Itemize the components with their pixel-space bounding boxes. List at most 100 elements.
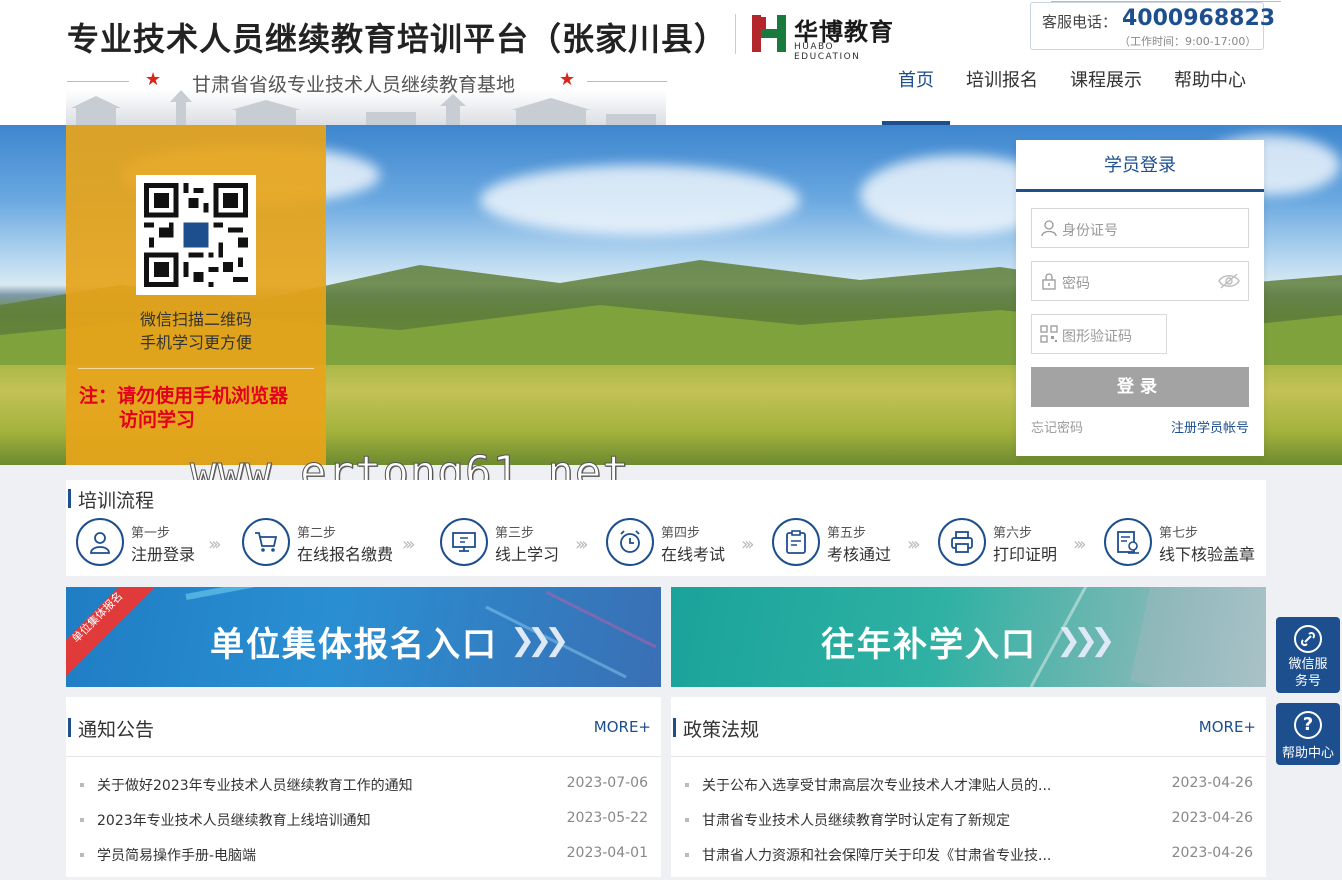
policy-item[interactable]: 关于公布入选享受甘肃高层次专业技术人才津贴人员的... 2023-04-26 — [685, 775, 1253, 810]
qrcode-icon — [1040, 325, 1058, 343]
training-process-section: 培训流程 第一步 注册登录 ››› 第二步 在线报名缴费 ››› 第三步 线上学… — [66, 480, 1266, 576]
site-header: 专业技术人员继续教育培训平台（张家川县） 华博教育 HUABO EDUCATIO… — [0, 0, 1342, 125]
wechat-service-label: 微信服务号 — [1288, 657, 1328, 689]
huabo-logo-icon — [752, 15, 786, 52]
site-subtitle: 甘肃省省级专业技术人员继续教育基地 — [192, 74, 516, 96]
clipboard-icon — [772, 518, 820, 566]
password-placeholder: 密码 — [1062, 276, 1090, 292]
process-steps: 第一步 注册登录 ››› 第二步 在线报名缴费 ››› 第三步 线上学习 ›››… — [74, 518, 1264, 568]
question-icon: ? — [1294, 711, 1322, 739]
eye-hidden-icon[interactable] — [1218, 272, 1240, 290]
step-text: 打印证明 — [993, 545, 1058, 564]
qr-panel: 微信扫描二维码 手机学习更方便 注：请勿使用手机浏览器 访问学习 — [66, 125, 326, 465]
nav-training-signup[interactable]: 培训报名 — [950, 55, 1054, 125]
user-icon — [76, 518, 124, 566]
main-nav: 首页 培训报名 课程展示 帮助中心 — [882, 55, 1262, 125]
wechat-qr-code — [136, 175, 256, 295]
step-text: 在线报名缴费 — [297, 545, 394, 564]
chevron-right-icon: ❯❯❯ — [1056, 623, 1115, 658]
wechat-service-float-button[interactable]: 微信服务号 — [1276, 617, 1340, 693]
step-number: 第四步 — [661, 526, 701, 541]
policy-item[interactable]: 甘肃省专业技术人员继续教育学时认定有了新规定 2023-04-26 — [685, 810, 1253, 845]
notice-item[interactable]: 2023年专业技术人员继续教育上线培训通知 2023-05-22 — [80, 810, 648, 845]
captcha-placeholder: 图形验证码 — [1062, 329, 1132, 345]
qr-separator — [78, 368, 314, 369]
link-icon — [1294, 625, 1322, 653]
group-signup-label: 单位集体报名入口 — [210, 625, 498, 665]
step-number: 第三步 — [495, 526, 535, 541]
step-arrow-icon: ››› — [402, 534, 415, 555]
login-button[interactable]: 登录 — [1031, 367, 1249, 407]
step-arrow-icon: ››› — [575, 534, 588, 555]
policy-item-date: 2023-04-26 — [1171, 775, 1253, 791]
makeup-study-entry[interactable]: 往年补学入口 ❯❯❯ — [671, 587, 1266, 687]
policy-panel-header: 政策法规 MORE+ — [671, 697, 1266, 757]
policy-item[interactable]: 甘肃省人力资源和社会保障厅关于印发《甘肃省专业技... 2023-04-26 — [685, 845, 1253, 880]
clock-icon — [606, 518, 654, 566]
hotline-tab-edge — [1051, 1, 1281, 5]
step-number: 第五步 — [827, 526, 867, 541]
policy-item-date: 2023-04-26 — [1171, 845, 1253, 861]
notice-title: 通知公告 — [68, 715, 154, 742]
id-number-placeholder: 身份证号 — [1062, 223, 1118, 239]
notice-item-date: 2023-04-01 — [566, 845, 648, 861]
id-number-input[interactable]: 身份证号 — [1031, 208, 1249, 248]
mobile-browser-warning: 注：请勿使用手机浏览器 访问学习 — [79, 384, 319, 432]
subtitle-row: ★ 甘肃省省级专业技术人员继续教育基地 ★ — [67, 66, 667, 98]
warning-line1: 注：请勿使用手机浏览器 — [79, 385, 289, 407]
nav-home[interactable]: 首页 — [882, 55, 950, 125]
step-text: 线上学习 — [495, 545, 560, 564]
step-text: 考核通过 — [827, 545, 892, 564]
group-signup-entry[interactable]: 单位集体报名 单位集体报名入口 ❯❯❯ — [66, 587, 661, 687]
policy-title: 政策法规 — [673, 715, 759, 742]
hotline-hours: （工作时间：9:00-17:00） — [1119, 35, 1257, 48]
step-arrow-icon: ››› — [907, 534, 920, 555]
step-arrow-icon: ››› — [208, 534, 221, 555]
notice-item-title: 2023年专业技术人员继续教育上线培训通知 — [97, 813, 371, 829]
step-number: 第七步 — [1159, 526, 1199, 541]
notice-item-date: 2023-05-22 — [566, 810, 648, 826]
hotline-label: 客服电话： — [1042, 13, 1118, 31]
lock-icon — [1042, 273, 1056, 290]
step-text: 在线考试 — [661, 545, 726, 564]
notice-more-link[interactable]: MORE+ — [594, 718, 651, 736]
title-divider — [735, 14, 736, 54]
makeup-study-label: 往年补学入口 — [821, 625, 1037, 665]
qr-caption-line1: 微信扫描二维码 — [139, 310, 252, 329]
help-center-float-button[interactable]: ? 帮助中心 — [1276, 703, 1340, 765]
chevron-right-icon: ❯❯❯ — [510, 623, 569, 658]
step-number: 第一步 — [131, 526, 171, 541]
cloud-decoration — [480, 165, 800, 235]
step-arrow-icon: ››› — [741, 534, 754, 555]
huabo-logo[interactable]: 华博教育 HUABO EDUCATION — [752, 14, 902, 62]
password-input[interactable]: 密码 — [1031, 261, 1249, 301]
register-account-link[interactable]: 注册学员帐号 — [1171, 417, 1249, 436]
star-icon: ★ — [559, 69, 576, 90]
captcha-input[interactable]: 图形验证码 — [1031, 314, 1167, 354]
step-number: 第二步 — [297, 526, 337, 541]
certificate-icon — [1104, 518, 1152, 566]
step-arrow-icon: ››› — [1073, 534, 1086, 555]
monitor-icon — [440, 518, 488, 566]
warning-line2: 访问学习 — [119, 409, 196, 431]
notice-item-date: 2023-07-06 — [566, 775, 648, 791]
nav-help[interactable]: 帮助中心 — [1158, 55, 1262, 125]
step-text: 线下核验盖章 — [1159, 545, 1256, 564]
policy-more-link[interactable]: MORE+ — [1199, 718, 1256, 736]
printer-icon — [938, 518, 986, 566]
subtitle-line-left — [67, 81, 129, 82]
help-center-label: 帮助中心 — [1281, 746, 1334, 761]
policy-item-title: 关于公布入选享受甘肃高层次专业技术人才津贴人员的... — [702, 778, 1052, 794]
subtitle-line-right — [587, 81, 667, 82]
forgot-password-link[interactable]: 忘记密码 — [1031, 417, 1083, 436]
policy-panel: 政策法规 MORE+ 关于公布入选享受甘肃高层次专业技术人才津贴人员的... 20… — [671, 697, 1266, 877]
step-text: 注册登录 — [131, 545, 196, 564]
hotline-number: 4000968823 — [1122, 6, 1276, 31]
notice-list: 关于做好2023年专业技术人员继续教育工作的通知 2023-07-06 2023年… — [80, 775, 648, 880]
qr-caption-line2: 手机学习更方便 — [139, 333, 252, 352]
notice-item[interactable]: 学员简易操作手册-电脑端 2023-04-01 — [80, 845, 648, 880]
nav-courses[interactable]: 课程展示 — [1054, 55, 1158, 125]
notice-item-title: 学员简易操作手册-电脑端 — [97, 848, 257, 864]
notice-item[interactable]: 关于做好2023年专业技术人员继续教育工作的通知 2023-07-06 — [80, 775, 648, 810]
login-title: 学员登录 — [1016, 140, 1264, 192]
